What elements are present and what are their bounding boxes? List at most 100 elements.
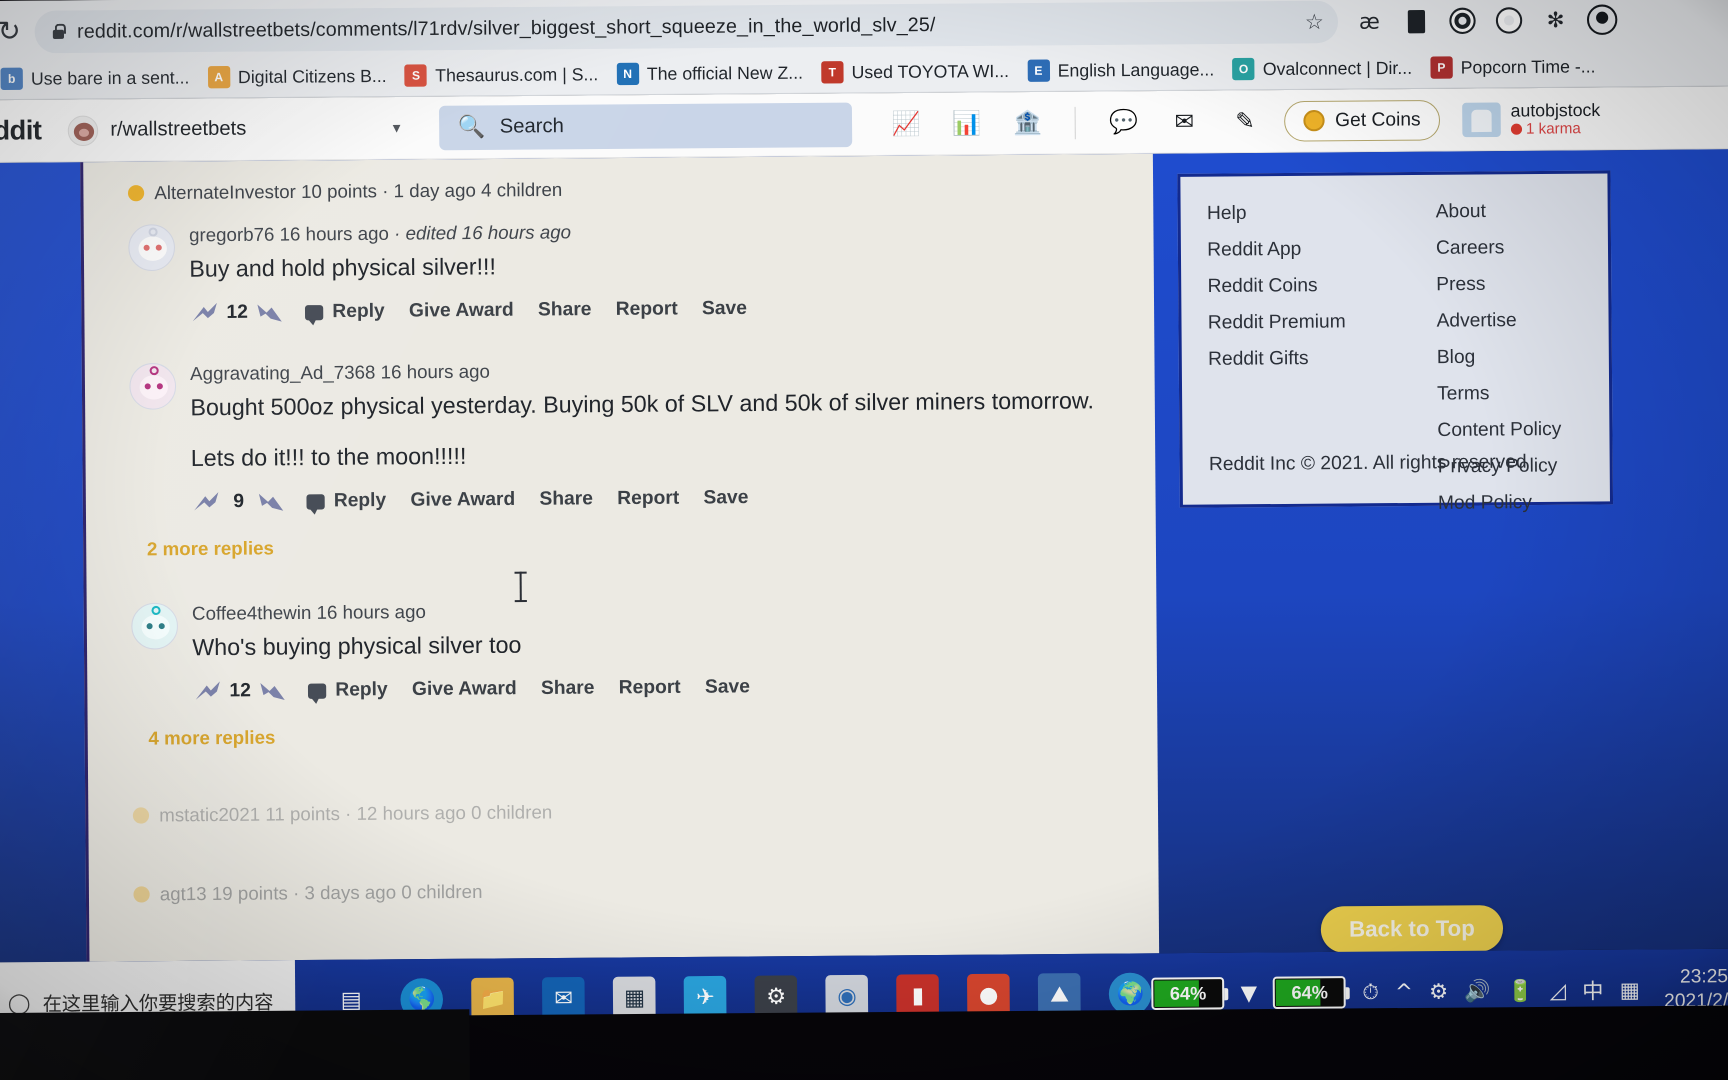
give-award-button[interactable]: Give Award xyxy=(412,678,517,701)
bookmark-item[interactable]: E English Language... xyxy=(1023,58,1228,82)
mail-icon[interactable]: ✉ xyxy=(542,977,586,1020)
back-to-top-button[interactable]: Back to Top xyxy=(1320,905,1504,954)
wifi-icon[interactable]: ◿ xyxy=(1550,978,1567,1002)
give-award-button[interactable]: Give Award xyxy=(409,300,514,323)
store-icon[interactable]: ▦ xyxy=(613,976,656,1020)
footer-link-reddit-gifts[interactable]: Reddit Gifts xyxy=(1208,347,1388,371)
save-button[interactable]: Save xyxy=(702,298,747,321)
trending-icon[interactable]: 📈 xyxy=(889,107,924,142)
report-button[interactable]: Report xyxy=(619,677,681,700)
battery-percent-1[interactable]: 64% xyxy=(1151,977,1225,1010)
upvote-icon[interactable] xyxy=(190,300,221,327)
comment-author[interactable]: gregorb76 xyxy=(189,223,275,245)
expand-dot-icon[interactable] xyxy=(133,886,150,904)
bookmark-item[interactable]: T Used TOYOTA WI... xyxy=(817,60,1023,84)
bookmark-item[interactable]: O Ovalconnect | Dir... xyxy=(1228,57,1426,81)
coins-bank-icon[interactable]: 🏦 xyxy=(1010,106,1045,141)
footer-link-reddit-premium[interactable]: Reddit Premium xyxy=(1208,311,1388,335)
share-button[interactable]: Share xyxy=(538,299,592,322)
subreddit-icon xyxy=(67,115,99,146)
avatar-face xyxy=(138,236,167,261)
search-input[interactable]: 🔍 Search xyxy=(439,102,853,150)
upvote-icon[interactable] xyxy=(193,679,224,706)
acrobat-icon[interactable]: ▮ xyxy=(896,974,940,1018)
bookmark-item[interactable]: b Use bare in a sent... xyxy=(0,66,204,90)
ime-chinese-icon[interactable]: 中 xyxy=(1582,975,1603,1006)
battery-charging-icon[interactable]: ⏱ xyxy=(1362,979,1379,1004)
downvote-icon[interactable] xyxy=(257,678,288,705)
expand-dot-icon[interactable] xyxy=(132,807,150,825)
expand-dot-icon[interactable] xyxy=(127,185,145,202)
footer-link-advertise[interactable]: Advertise xyxy=(1436,309,1560,332)
extensions-icon[interactable]: æ xyxy=(1354,6,1385,37)
footer-link-reddit-coins[interactable]: Reddit Coins xyxy=(1207,274,1387,298)
more-replies-link[interactable]: 2 more replies xyxy=(131,530,1156,560)
chrome-icon[interactable]: ◉ xyxy=(825,974,869,1018)
pin-icon[interactable]: ✻ xyxy=(1540,5,1571,36)
comment-author[interactable]: Aggravating_Ad_7368 xyxy=(190,362,375,385)
chevron-down-icon[interactable]: ▼ xyxy=(390,120,403,135)
footer-link-help[interactable]: Help xyxy=(1207,202,1387,226)
collections-icon[interactable] xyxy=(1447,6,1478,37)
footer-link-mod-policy[interactable]: Mod Policy xyxy=(1438,492,1562,515)
footer-link-content-policy[interactable]: Content Policy xyxy=(1437,419,1561,442)
downvote-icon[interactable] xyxy=(256,489,287,516)
save-button[interactable]: Save xyxy=(705,677,750,700)
reddit-logo[interactable]: eddit xyxy=(0,115,42,147)
get-coins-button[interactable]: Get Coins xyxy=(1284,99,1441,142)
bookmark-item[interactable]: N The official New Z... xyxy=(612,61,817,86)
keyboard-icon[interactable]: ▦ xyxy=(1620,978,1640,1002)
footer-link-reddit-app[interactable]: Reddit App xyxy=(1207,238,1387,262)
telegram-icon[interactable]: ✈ xyxy=(683,975,727,1019)
downvote-icon[interactable] xyxy=(254,300,285,327)
star-icon[interactable]: ☆ xyxy=(1305,9,1324,34)
report-button[interactable]: Report xyxy=(616,299,678,322)
upvote-icon[interactable] xyxy=(191,489,222,516)
subreddit-selector[interactable]: r/wallstreetbets ▼ xyxy=(67,113,404,146)
leaderboard-icon[interactable]: 📊 xyxy=(949,106,984,141)
profile-circle-icon[interactable] xyxy=(1494,5,1525,36)
bookmark-item[interactable]: A Digital Citizens B... xyxy=(204,65,401,89)
user-menu[interactable]: autobjstock 1 karma xyxy=(1461,100,1601,139)
share-button[interactable]: Share xyxy=(541,678,595,701)
collapsed-comment[interactable]: agt13 19 points · 3 days ago 0 children xyxy=(89,866,1159,907)
create-post-icon[interactable]: ✎ xyxy=(1228,104,1263,139)
search-icon: ◯ xyxy=(7,990,31,1015)
battery-icon[interactable]: 🔋 xyxy=(1507,978,1534,1004)
collapsed-comment[interactable]: mstatic2021 11 points · 12 hours ago 0 c… xyxy=(88,787,1158,828)
bookmark-item[interactable]: P Popcorn Time -... xyxy=(1426,55,1610,79)
mail-icon[interactable]: ✉ xyxy=(1167,104,1202,139)
save-button[interactable]: Save xyxy=(703,487,748,510)
report-button[interactable]: Report xyxy=(617,487,679,510)
chat-icon[interactable]: 💬 xyxy=(1106,105,1141,140)
volume-icon[interactable]: 🔊 xyxy=(1464,978,1491,1004)
give-award-button[interactable]: Give Award xyxy=(410,489,515,512)
footer-link-about[interactable]: About xyxy=(1436,200,1560,223)
collapsed-comment[interactable]: AlternateInvestor 10 points · 1 day ago … xyxy=(83,164,1153,205)
reply-button[interactable]: Reply xyxy=(307,679,388,702)
karma-row: 1 karma xyxy=(1510,120,1601,138)
address-bar[interactable]: reddit.com/r/wallstreetbets/comments/l71… xyxy=(34,0,1339,54)
footer-link-careers[interactable]: Careers xyxy=(1436,237,1560,260)
battery-percent-label: 64% xyxy=(1169,982,1207,1004)
file-explorer-icon[interactable]: 📁 xyxy=(471,977,515,1021)
chevron-up-icon[interactable]: ^ xyxy=(1395,980,1413,1004)
more-replies-link[interactable]: 4 more replies xyxy=(132,720,1157,750)
bluetooth-icon[interactable]: ⚙ xyxy=(1429,979,1448,1003)
sidebar-icon[interactable] xyxy=(1401,6,1432,37)
account-avatar[interactable] xyxy=(1586,4,1618,36)
reload-icon[interactable]: ↻ xyxy=(0,15,27,50)
reply-button[interactable]: Reply xyxy=(304,301,385,324)
footer-link-press[interactable]: Press xyxy=(1436,273,1560,296)
footer-link-terms[interactable]: Terms xyxy=(1437,382,1561,405)
share-button[interactable]: Share xyxy=(539,488,593,511)
opera-icon[interactable]: ● xyxy=(967,973,1011,1017)
battery-percent-2[interactable]: 64% xyxy=(1273,976,1347,1010)
bookmark-item[interactable]: S Thesaurus.com | S... xyxy=(401,63,613,87)
reply-button[interactable]: Reply xyxy=(306,490,386,513)
settings-icon[interactable]: ⚙ xyxy=(754,975,798,1019)
browser-globe-icon[interactable]: 🌍 xyxy=(1108,972,1152,1016)
photos-icon[interactable]: ⛰ xyxy=(1038,973,1081,1016)
footer-link-blog[interactable]: Blog xyxy=(1437,346,1561,369)
comment-author[interactable]: Coffee4thewin xyxy=(192,602,312,624)
